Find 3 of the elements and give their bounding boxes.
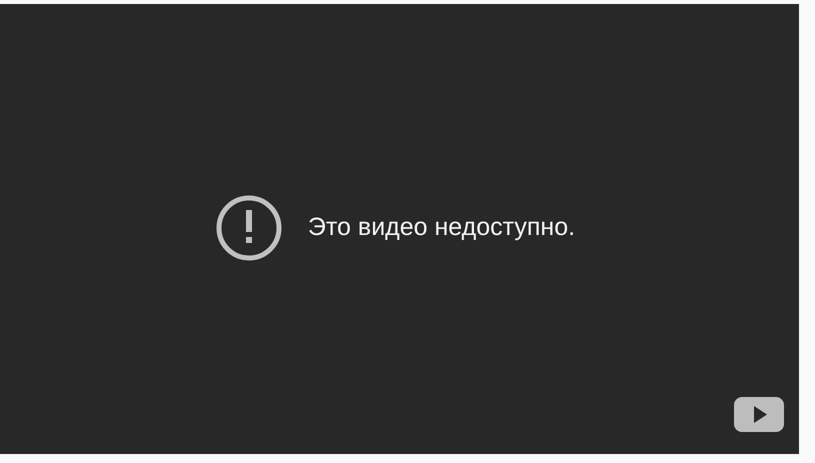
warning-icon — [216, 195, 282, 261]
play-logo-icon[interactable] — [734, 397, 784, 432]
error-message: Это видео недоступно. — [308, 212, 576, 244]
